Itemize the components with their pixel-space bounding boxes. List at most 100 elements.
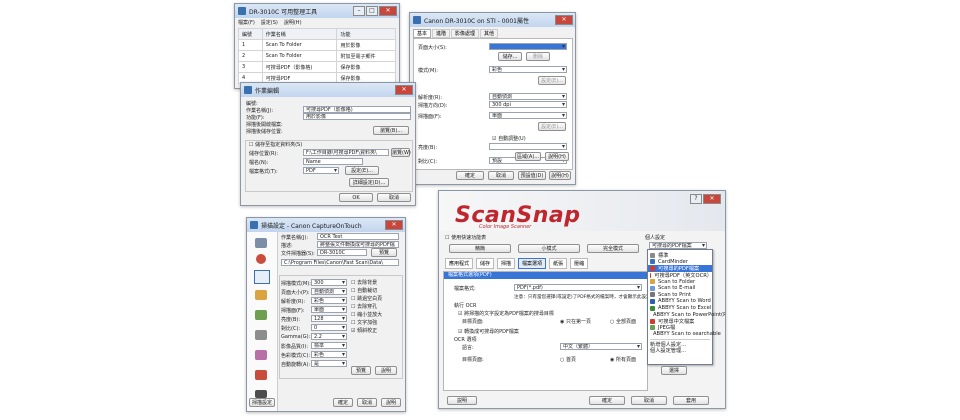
maximize-icon[interactable]: □ (366, 6, 378, 16)
job-field[interactable]: OCR Test (317, 233, 399, 240)
image-icon[interactable] (255, 310, 267, 320)
folder-icon[interactable] (255, 290, 267, 300)
mode-settings-button[interactable]: 設定(E)... (538, 76, 566, 85)
option-checkbox[interactable]: ☐ 跳過空白頁 (351, 295, 401, 303)
folder-browse-button[interactable]: 瀏覽(W) (391, 148, 411, 157)
menu-file[interactable]: 檔案(F) (238, 19, 255, 26)
delete-button[interactable]: 刪除 (526, 52, 550, 61)
stop-icon[interactable] (256, 254, 266, 264)
dropdown-item[interactable]: ABBYY Scan to searchable (648, 331, 721, 338)
ok-button[interactable]: 確定 (456, 171, 484, 180)
browse-button[interactable]: 瀏覽(B)... (373, 126, 409, 135)
tab-paper[interactable]: 紙張 (549, 258, 568, 269)
preview-button[interactable]: 預覽 (371, 248, 397, 257)
default-button[interactable]: 預設值(D) (518, 171, 546, 180)
close-icon[interactable]: ✕ (703, 194, 721, 204)
folder-field[interactable]: F:\工作目錄\可搜尋PDF\資料夾\ (303, 149, 389, 156)
tab-file-options[interactable]: 檔案選項 (518, 258, 547, 269)
function-field[interactable]: 用於影像 (303, 113, 411, 120)
restore-button[interactable]: 說明 (375, 366, 397, 375)
full-mode-button[interactable]: 完全模式 (587, 244, 639, 253)
desc-field[interactable]: 將整張文件轉換成可搜尋的PDF檔 (317, 241, 399, 248)
dropdown-item[interactable]: Scan to Print (648, 292, 712, 299)
mail-icon[interactable] (255, 350, 267, 360)
tab-advanced[interactable]: 進階 (432, 29, 451, 38)
profile-select[interactable]: 可搜尋的PDF檔案 (649, 242, 707, 249)
device-icon[interactable] (255, 390, 267, 398)
option-checkbox[interactable]: ☐ 去除穿孔 (351, 303, 401, 311)
minimize-icon[interactable]: – (353, 6, 365, 16)
format-select[interactable]: PDF (303, 167, 339, 174)
document-icon[interactable] (254, 270, 270, 284)
option-checkbox[interactable]: ☐ 文字加強 (351, 319, 401, 327)
radio-all[interactable]: ◉ 所有頁面 (610, 356, 636, 363)
form-select[interactable]: 彩色 (311, 297, 347, 304)
option-checkbox[interactable]: ☐ 自動裁切 (351, 287, 401, 295)
quick-menu-checkbox[interactable]: ☐ 使用快速功能表 (445, 234, 486, 241)
dropdown-item[interactable]: 標準 (648, 252, 712, 259)
cancel-button[interactable]: 取消 (357, 398, 377, 407)
tab-save[interactable]: 儲存 (476, 258, 495, 269)
option-checkbox[interactable]: ☐ 去除背景 (351, 279, 401, 287)
save-button[interactable]: 儲存... (498, 52, 522, 61)
tab-other[interactable]: 其他 (480, 29, 499, 38)
form-select[interactable]: 0 (311, 324, 347, 331)
close-icon[interactable]: ✕ (379, 6, 397, 16)
form-select[interactable]: 128 (311, 315, 347, 322)
area-button[interactable]: 區域(A)... (515, 152, 541, 161)
col-name[interactable]: 作業名稱 (261, 28, 338, 40)
format-settings-button[interactable]: 設定(E)... (345, 166, 379, 175)
detect-select[interactable]: 自動偵測 (489, 93, 567, 100)
ok-button[interactable]: 確定 (589, 396, 625, 405)
dropdown-item[interactable]: ABBYY Scan to Excel (648, 305, 712, 312)
file-format-select[interactable]: PDF(*.pdf) (514, 284, 642, 291)
printer-icon[interactable] (255, 330, 267, 340)
help-button[interactable]: 説明 (447, 396, 477, 405)
option-checkbox[interactable]: ☑ 傾斜校正 (351, 327, 401, 335)
close-icon[interactable]: ✕ (555, 15, 573, 25)
ocr-checkbox-1[interactable]: ☑ 將掃描的文字設定為PDF檔案的搜尋目標 (458, 310, 554, 317)
dropdown-ok-button[interactable]: 選擇 (661, 366, 687, 375)
preview-small-button[interactable]: 預覽 (351, 366, 371, 375)
manage-profile-item[interactable]: 個人設定管理... (648, 347, 712, 354)
close-icon[interactable]: ✕ (385, 220, 403, 230)
brightness-select[interactable] (489, 143, 567, 150)
dropdown-item[interactable]: Scan to Folder (648, 278, 712, 285)
job-name-field[interactable]: 可搜尋PDF（影像格) (303, 106, 411, 113)
form-select[interactable]: 2.2 (311, 333, 347, 340)
col-func[interactable]: 功能 (336, 28, 396, 40)
page-size-select[interactable] (489, 43, 567, 50)
close-icon[interactable]: ✕ (395, 85, 413, 95)
save-folder-checkbox[interactable]: ☐ 儲存至指定資料夾(S) (249, 141, 302, 148)
form-select[interactable]: 單面 (311, 306, 347, 313)
scanner-icon[interactable] (255, 238, 267, 248)
filename-field[interactable]: Name (303, 158, 363, 165)
tab-compression[interactable]: 壓縮 (570, 258, 589, 269)
tab-image[interactable]: 影像處理 (451, 29, 480, 38)
help-button[interactable]: 說明(H) (549, 171, 571, 180)
table-row[interactable]: 3 可搜尋PDF（影像格) 保存影像 (238, 61, 396, 73)
small-mode-button[interactable]: 小模式 (518, 244, 580, 253)
radio-all-pages[interactable]: ○ 全部頁面 (610, 318, 636, 325)
lang-select[interactable]: 中文（繁體） (560, 343, 642, 350)
form-select[interactable]: 彩色 (311, 351, 347, 358)
help-small-button[interactable]: 說明(H) (545, 152, 569, 161)
form-select[interactable]: 標準 (311, 342, 347, 349)
help-icon[interactable]: ? (690, 194, 702, 204)
share-icon[interactable] (255, 370, 267, 380)
dropdown-item[interactable]: 可搜尋PDF（英文OCR） (648, 272, 712, 279)
option-checkbox[interactable]: ☐ 縮小並放大 (351, 311, 401, 319)
tab-basic[interactable]: 基本 (413, 29, 432, 38)
table-row[interactable]: 1 Scan To Folder 用於影像 (238, 39, 396, 51)
tab-scan[interactable]: 掃描 (497, 258, 516, 269)
scanner-field[interactable]: DR-3010C (317, 249, 367, 256)
detail-settings-button[interactable]: 詳細設定(D)... (349, 178, 389, 187)
menu-settings[interactable]: 設定(S) (261, 19, 278, 26)
radio-first[interactable]: ○ 首頁 (560, 356, 576, 363)
simple-button[interactable]: 精簡 (449, 244, 511, 253)
auto-adjust-checkbox[interactable]: ☑ 自動調整(U) (492, 135, 526, 142)
dropdown-item[interactable]: ABBYY Scan to Word (648, 298, 712, 305)
col-no[interactable]: 編號 (238, 28, 263, 40)
help-button[interactable]: 說明 (381, 398, 401, 407)
form-select[interactable]: 自動偵測 (311, 288, 347, 295)
